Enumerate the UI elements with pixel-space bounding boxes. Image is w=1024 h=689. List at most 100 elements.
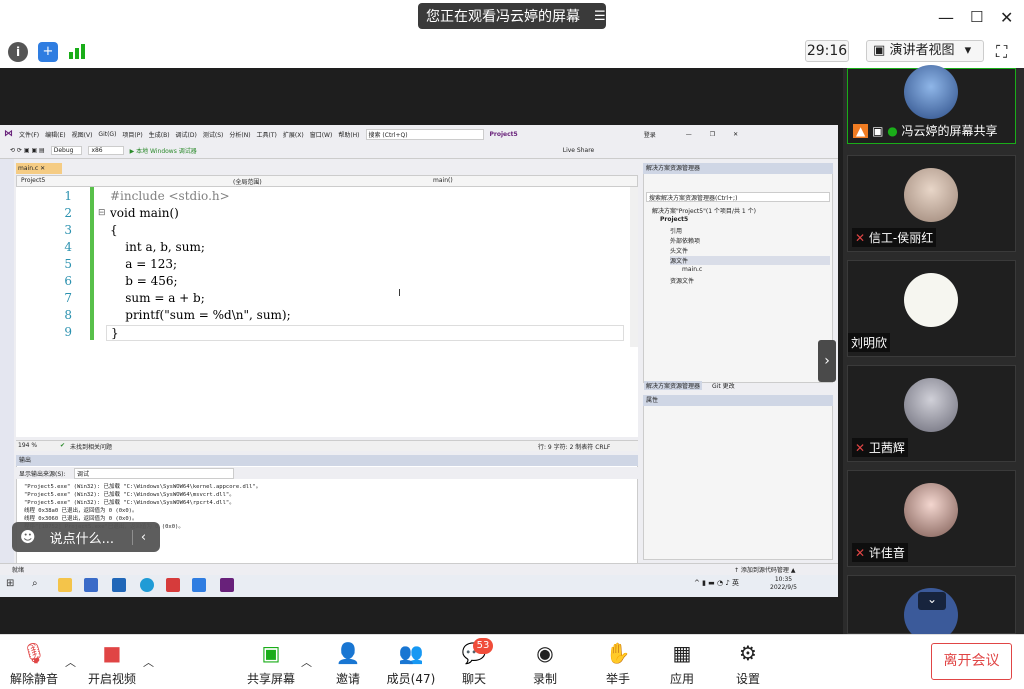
solution-tree-item[interactable]: 外部依赖项 — [670, 236, 700, 245]
vs-menu-item[interactable]: 工具(T) — [257, 130, 277, 139]
status-ready: 就绪 — [12, 567, 25, 574]
start-video-button[interactable]: ■ 开启视频 — [86, 640, 138, 687]
zoom-level[interactable]: 194 % — [18, 442, 37, 449]
vs-close-icon[interactable]: ✕ — [733, 131, 738, 138]
vs-run-button[interactable]: ▶ 本地 Windows 调试器 — [130, 146, 197, 155]
participant-card[interactable]: ✕ 卫茜辉 — [847, 365, 1016, 462]
apps-button[interactable]: ▦ 应用 — [664, 640, 700, 687]
solution-tree-item[interactable]: 解决方案"Project5"(1 个项目/共 1 个) — [652, 206, 756, 215]
vs-menu-item[interactable]: 测试(S) — [203, 130, 224, 139]
editor-scrollbar[interactable] — [630, 187, 638, 347]
system-tray[interactable]: ^ ▮ ▬ ◔ ♪ 英 — [694, 578, 739, 588]
properties-header: 属性 — [643, 395, 833, 406]
invite-button[interactable]: 👤 邀请 — [330, 640, 366, 687]
leave-meeting-button[interactable]: 离开会议 — [931, 643, 1012, 680]
vs-menu-item[interactable]: 帮助(H) — [338, 130, 359, 139]
vs-menu-item[interactable]: 视图(V) — [72, 130, 93, 139]
solution-tree-item[interactable]: 资源文件 — [670, 276, 694, 285]
app-icon[interactable] — [84, 578, 98, 592]
chevron-up-icon[interactable]: ︿ — [65, 654, 76, 670]
participant-name-text: 许佳音 — [868, 546, 905, 560]
vs-config-dropdown[interactable]: Debug — [50, 146, 83, 155]
solution-tree-item[interactable]: 源文件 — [670, 256, 830, 265]
visual-studio-icon[interactable] — [220, 578, 234, 592]
vs-restore-icon[interactable]: ❐ — [710, 131, 715, 138]
fullscreen-icon[interactable]: ⛶ — [996, 42, 1007, 62]
solution-tree-item[interactable]: 头文件 — [670, 246, 688, 255]
editor-file-tab[interactable]: main.c ✕ — [16, 163, 62, 174]
tab-close-icon[interactable]: ✕ — [40, 165, 45, 172]
meeting-app-icon[interactable] — [192, 578, 206, 592]
nav-function-dropdown[interactable]: main() — [433, 177, 453, 184]
vs-menu-item[interactable]: 编辑(E) — [45, 130, 65, 139]
output-source-dropdown[interactable]: 调试 — [74, 468, 234, 479]
participant-card[interactable]: ✕ 许佳音 — [847, 470, 1016, 567]
chat-input-bubble[interactable]: ☻ 说点什么... ‹ — [12, 522, 160, 552]
output-line: "Project5.exe" (Win32): 已加载 "C:\Windows\… — [24, 484, 262, 490]
input-language[interactable]: 英 — [732, 579, 739, 587]
vs-project-name: Project5 — [489, 130, 518, 138]
participant-card[interactable]: ✕ 信工-侯丽红 — [847, 155, 1016, 252]
unmute-button[interactable]: 🎙 解除静音 — [8, 640, 60, 687]
git-changes-tab[interactable]: Git 更改 — [710, 381, 737, 390]
maximize-icon[interactable]: ☐ — [970, 8, 983, 26]
vs-menu-item[interactable]: 项目(P) — [122, 130, 142, 139]
issues-label: 未找到相关问题 — [70, 444, 113, 451]
vs-login[interactable]: 登录 — [644, 130, 656, 139]
minimize-icon[interactable]: — — [938, 8, 954, 27]
screen-share-banner[interactable]: 您正在观看冯云婷的屏幕 ☰ — [418, 3, 606, 29]
vs-menu-item[interactable]: 扩展(X) — [283, 130, 304, 139]
code-line-current: } — [106, 325, 624, 341]
chevron-left-icon[interactable]: ‹ — [132, 529, 154, 545]
taskbar-clock[interactable]: 10:35 2022/9/5 — [770, 576, 797, 592]
vs-live-share-button[interactable]: Live Share — [563, 147, 594, 154]
vs-minimize-icon[interactable]: — — [686, 131, 692, 138]
chevron-up-icon[interactable]: ︿ — [301, 654, 312, 670]
clock-date: 2022/9/5 — [770, 584, 797, 591]
shield-icon[interactable]: + — [38, 42, 58, 62]
vs-platform-dropdown[interactable]: x86 — [88, 146, 124, 155]
view-mode-dropdown[interactable]: ▣ 演讲者视图 ▾ — [866, 40, 984, 62]
members-button[interactable]: 👥 成员(47) — [386, 640, 436, 687]
add-source-control[interactable]: ↑ 添加到源代码管理 ▲ — [734, 565, 795, 574]
emoji-icon[interactable]: ☻ — [20, 528, 36, 546]
record-button[interactable]: ◉ 录制 — [527, 640, 563, 687]
edge-icon[interactable] — [140, 578, 154, 592]
solution-explorer-header: 解决方案资源管理器 — [643, 163, 833, 174]
file-explorer-icon[interactable] — [58, 578, 72, 592]
windows-start-icon[interactable]: ⊞ — [6, 578, 20, 592]
settings-button[interactable]: ⚙ 设置 — [730, 640, 766, 687]
vs-menu-item[interactable]: Git(G) — [98, 131, 116, 138]
vs-menu-item[interactable]: 生成(B) — [149, 130, 170, 139]
nav-scope-dropdown[interactable]: (全局范围) — [233, 177, 262, 186]
vs-menu-item[interactable]: 窗口(W) — [310, 130, 333, 139]
signal-icon[interactable] — [68, 43, 86, 59]
mail-icon[interactable] — [112, 578, 126, 592]
participant-card[interactable]: ▲ ▣ ● 冯云婷的屏幕共享 — [847, 65, 1016, 144]
vs-menu-item[interactable]: 分析(N) — [229, 130, 250, 139]
wps-icon[interactable] — [166, 578, 180, 592]
close-icon[interactable]: ✕ — [1000, 8, 1013, 27]
share-screen-icon: ▣ — [261, 641, 281, 665]
solution-explorer-tab[interactable]: 解决方案资源管理器 — [644, 381, 703, 390]
participant-card[interactable]: ⌄ — [847, 575, 1016, 642]
solution-tree-item[interactable]: main.c — [682, 266, 702, 273]
share-screen-button[interactable]: ▣ 共享屏幕 — [244, 640, 298, 687]
vs-tool-icons[interactable]: ⟲ ⟳ ▣ ▣ ▤ — [10, 147, 45, 154]
raise-hand-button[interactable]: ✋ 举手 — [600, 640, 636, 687]
scroll-down-icon[interactable]: ⌄ — [918, 592, 946, 610]
menu-icon[interactable]: ☰ — [594, 9, 606, 24]
chevron-right-icon[interactable]: › — [818, 340, 836, 382]
participant-card[interactable]: 刘明欣 — [847, 260, 1016, 357]
collapse-icon[interactable]: ⊟ — [98, 208, 106, 218]
chevron-up-icon[interactable]: ︿ — [143, 654, 154, 670]
solution-tree-item[interactable]: 引用 — [670, 226, 682, 235]
search-icon[interactable]: ⌕ — [32, 578, 46, 592]
vs-menu-item[interactable]: 调试(D) — [176, 130, 197, 139]
vs-menu-item[interactable]: 文件(F) — [19, 130, 39, 139]
vs-search-box[interactable]: 搜索 (Ctrl+Q) — [365, 128, 484, 140]
solution-tree-item[interactable]: Project5 — [660, 216, 688, 223]
solution-search-input[interactable]: 搜索解决方案资源管理器(Ctrl+;) — [646, 192, 830, 202]
info-icon[interactable]: i — [8, 42, 28, 62]
nav-project-dropdown[interactable]: Project5 — [21, 177, 45, 184]
